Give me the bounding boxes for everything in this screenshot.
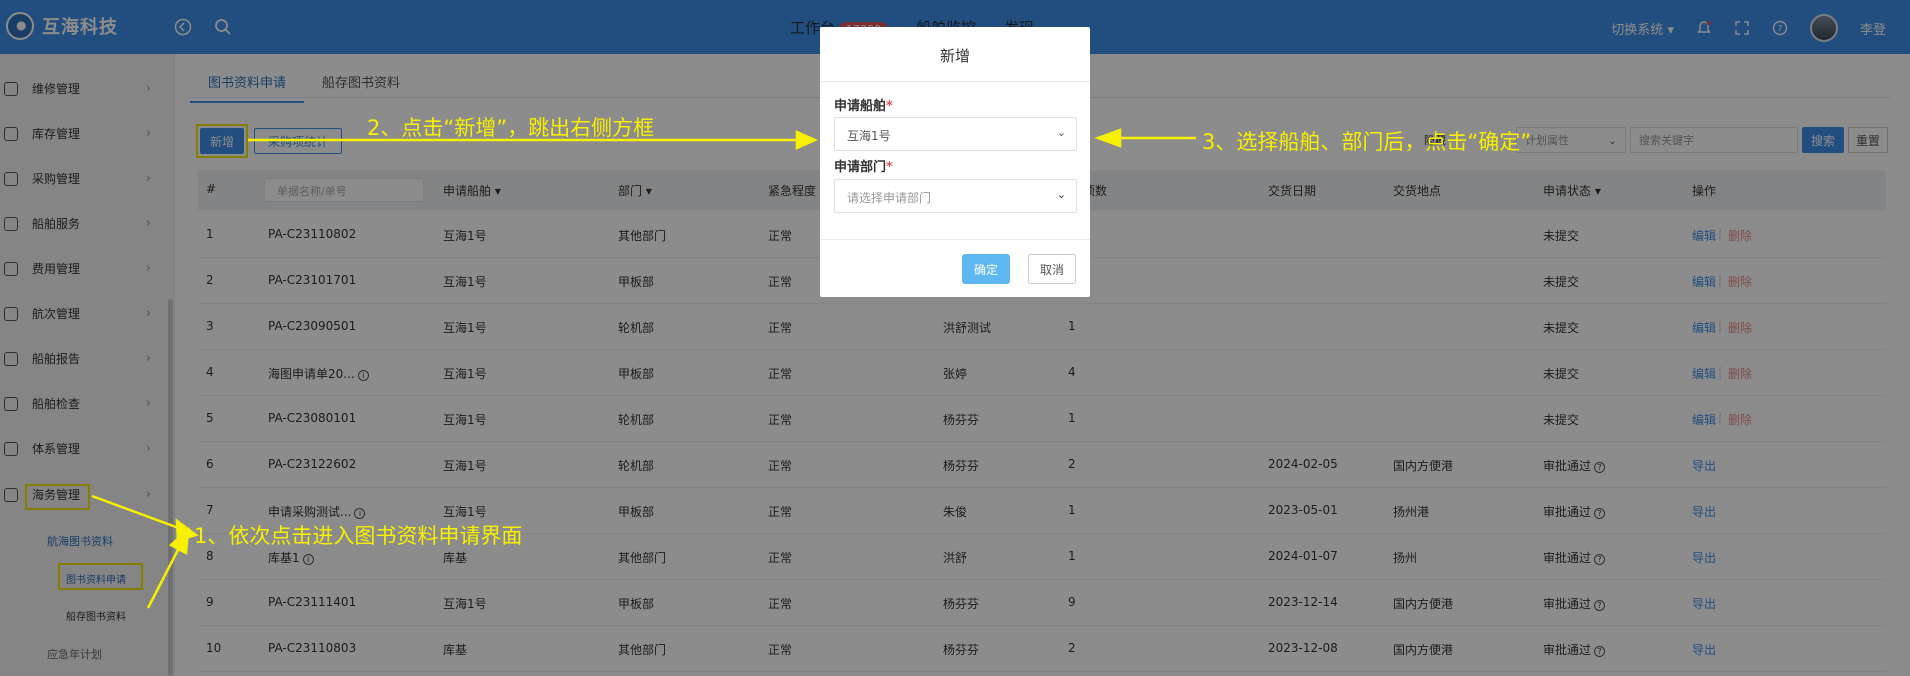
annotation-arrows	[91, 128, 1196, 609]
annotation-step3: 3、选择船舶、部门后，点击“确定”	[1202, 130, 1532, 154]
annotation-step1: 1、依次点击进入图书资料申请界面	[194, 524, 523, 548]
annotation-step2: 2、点击“新增”，跳出右侧方框	[367, 116, 655, 140]
